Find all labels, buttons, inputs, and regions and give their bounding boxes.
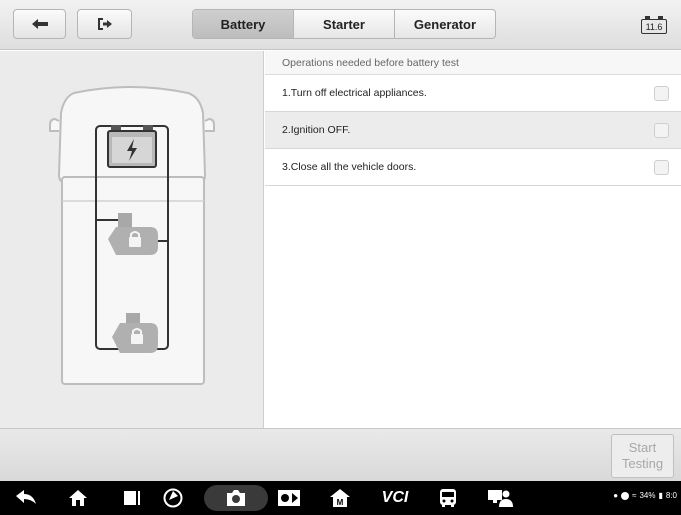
battery-level: 34% [639,491,656,500]
system-navigation-bar: M VCI ● ≈ 34% ▮ 8:0 [0,481,681,515]
battery-icon [107,125,157,168]
operation-item[interactable]: 1.Turn off electrical appliances. [265,75,681,112]
maxifix-icon[interactable]: M [328,488,352,508]
operation-item[interactable]: 2.Ignition OFF. [265,112,681,149]
operation-checkbox[interactable] [654,159,669,175]
remote-support-icon[interactable] [486,488,514,508]
nav-back-icon[interactable] [14,488,38,508]
tab-generator[interactable]: Generator [395,10,495,38]
operation-label: 3.Close all the vehicle doors. [282,161,417,173]
vehicle-diagram-panel [0,51,264,428]
location-icon: ● [613,491,619,500]
back-button[interactable] [13,9,66,39]
exit-button[interactable] [77,9,132,39]
tab-battery[interactable]: Battery [193,10,294,38]
operation-checkbox[interactable] [654,85,669,101]
exit-icon [97,18,112,30]
arrow-left-icon [31,19,48,29]
operation-item[interactable]: 3.Close all the vehicle doors. [265,149,681,186]
voltage-value: 11.6 [641,19,667,34]
battery-voltage-indicator[interactable]: 11.6 [641,16,667,34]
wifi-icon: ≈ [632,491,637,500]
operations-panel: Operations needed before battery test 1.… [265,51,681,428]
recent-apps-icon[interactable] [121,488,143,508]
operations-title: Operations needed before battery test [265,51,681,75]
home-icon[interactable] [66,488,90,508]
operation-checkbox[interactable] [654,122,669,138]
browser-icon[interactable] [161,488,185,508]
screen-record-icon[interactable] [276,488,302,508]
camera-icon[interactable] [224,488,248,508]
clock: 8:0 [665,491,677,500]
tab-starter[interactable]: Starter [294,10,395,38]
start-testing-button[interactable]: Start Testing [611,434,674,478]
status-area: ● ≈ 34% ▮ 8:0 [613,491,677,500]
vehicle-battery-diagram [49,86,215,385]
test-type-tabs: Battery Starter Generator [192,9,496,39]
notification-icon [621,491,630,500]
battery-status-icon: ▮ [658,491,663,500]
start-testing-label-line1: Start [628,440,657,455]
operation-label: 1.Turn off electrical appliances. [282,87,427,99]
top-toolbar: Battery Starter Generator 11.6 [0,0,681,50]
action-bar: Start Testing [0,428,681,481]
svg-text:M: M [337,498,344,507]
operation-label: 2.Ignition OFF. [282,124,351,136]
bus-icon[interactable] [436,488,460,508]
start-testing-label-line2: Testing [621,456,664,471]
vci-icon[interactable]: VCI [375,488,415,508]
